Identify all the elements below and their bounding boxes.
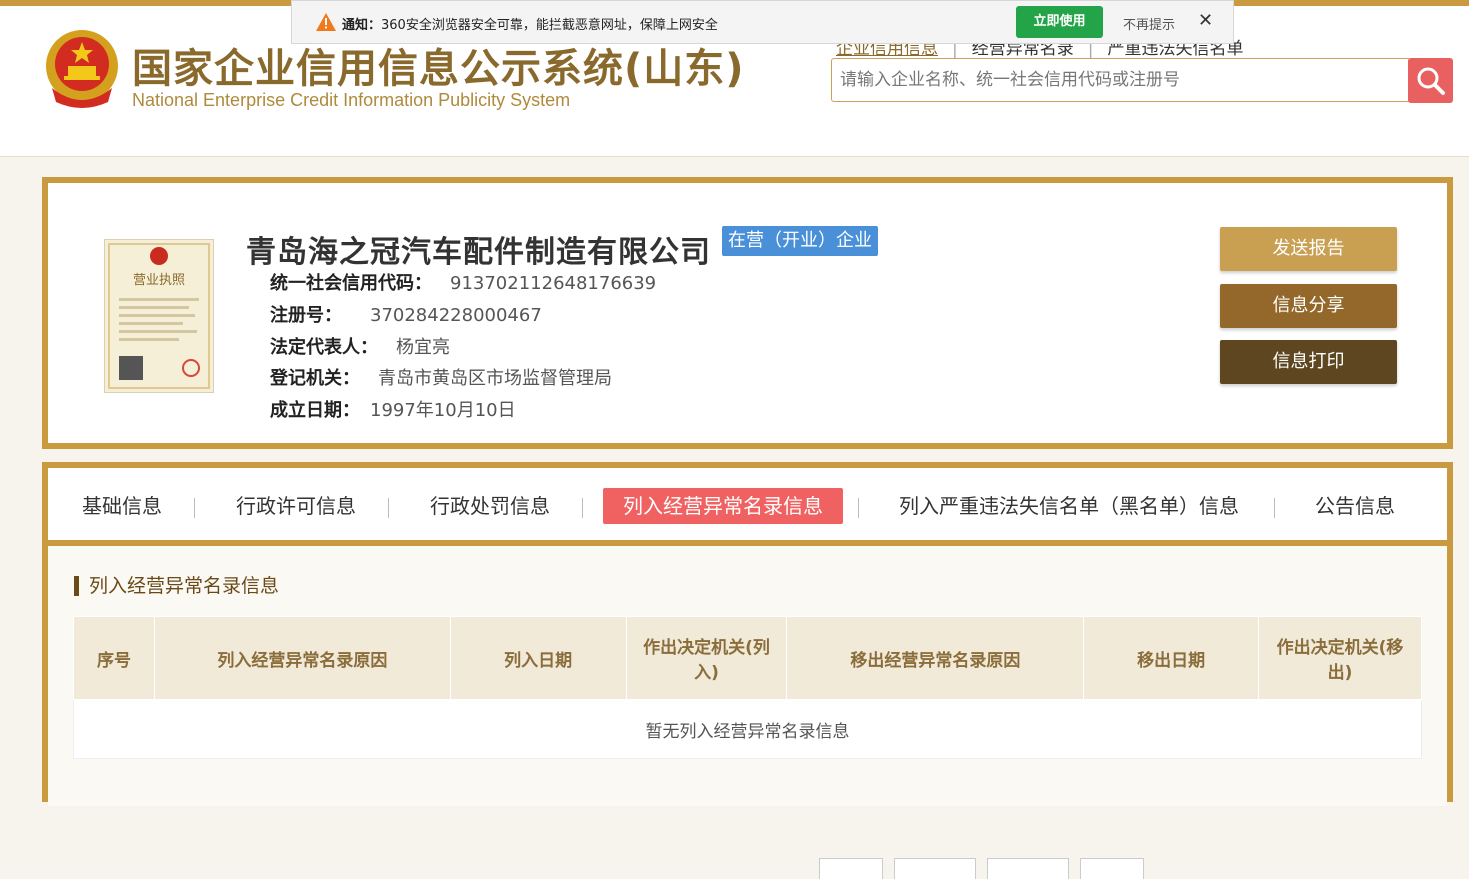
search-field [831,58,1409,102]
col-header: 列入经营异常名录原因 [153,616,451,700]
business-license-image[interactable]: 营业执照 [104,239,214,393]
tab-separator [194,498,195,518]
site-logo-subtitle: National Enterprise Credit Information P… [132,90,571,110]
notification-text: 通知：360安全浏览器安全可靠，能拦截恶意网址，保障上网安全 [342,14,718,33]
notification-message: 360安全浏览器安全可靠，能拦截恶意网址，保障上网安全 [381,18,718,33]
detail-panel: 基础信息 行政许可信息 行政处罚信息 列入经营异常名录信息 列入严重违法失信名单… [42,462,1453,879]
info-row-reg-no: 注册号： 370284228000467 [270,301,542,327]
company-name: 青岛海之冠汽车配件制造有限公司 [246,235,711,270]
info-row-legal-rep: 法定代表人： 杨宜亮 [270,333,450,359]
tab-content: 列入经营异常名录信息 序号 列入经营异常名录原因 列入日期 作出决定机关(列入)… [48,546,1447,879]
warning-icon [316,13,336,31]
tab-blacklist[interactable]: 列入严重违法失信名单（黑名单）信息 [899,488,1239,524]
table-header-row: 序号 列入经营异常名录原因 列入日期 作出决定机关(列入) 移出经营异常名录原因… [73,616,1422,700]
use-now-button[interactable]: 立即使用 [1016,6,1103,38]
pager-button[interactable] [819,858,883,879]
search-input[interactable] [832,59,1409,101]
status-badge: 在营（开业）企业 [722,226,878,256]
info-value: 杨宜亮 [396,337,450,358]
license-caption: 营业执照 [133,273,185,288]
tab-abnormal-list[interactable]: 列入经营异常名录信息 [603,488,843,524]
abnormal-list-table: 序号 列入经营异常名录原因 列入日期 作出决定机关(列入) 移出经营异常名录原因… [73,616,1422,759]
info-value: 1997年10月10日 [370,400,516,421]
send-report-button[interactable]: 发送报告 [1220,227,1397,271]
info-row-authority: 登记机关： 青岛市黄岛区市场监督管理局 [270,364,612,390]
print-info-button[interactable]: 信息打印 [1220,340,1397,384]
browser-notification-bar: 通知：360安全浏览器安全可靠，能拦截恶意网址，保障上网安全 立即使用 不再提示… [291,0,1234,44]
empty-message: 暂无列入经营异常名录信息 [73,699,1422,759]
tab-bar: 基础信息 行政许可信息 行政处罚信息 列入经营异常名录信息 列入严重违法失信名单… [48,468,1447,546]
tab-separator [1274,498,1275,518]
tab-basic-info[interactable]: 基础信息 [82,488,162,524]
tab-separator [582,498,583,518]
dont-show-again-link[interactable]: 不再提示 [1123,14,1175,33]
section-title: 列入经营异常名录信息 [74,576,279,596]
tab-admin-penalty[interactable]: 行政处罚信息 [430,488,550,524]
info-row-founded: 成立日期： 1997年10月10日 [270,396,516,422]
pager-button[interactable] [1080,858,1144,879]
info-label: 登记机关： [270,368,360,389]
search-icon [1417,67,1445,95]
tab-separator [388,498,389,518]
col-header: 移出日期 [1083,616,1260,700]
license-icon: 营业执照 [108,243,210,389]
info-row-credit-code: 统一社会信用代码： 913702112648176639 [270,269,656,295]
share-info-button[interactable]: 信息分享 [1220,284,1397,328]
table-row: 暂无列入经营异常名录信息 [73,699,1422,759]
col-header: 作出决定机关(移出) [1258,616,1422,700]
pager-button[interactable] [894,858,976,879]
col-header: 移出经营异常名录原因 [786,616,1085,700]
info-label: 统一社会信用代码： [270,273,432,294]
notification-prefix: 通知： [342,18,382,33]
info-label: 法定代表人： [270,337,378,358]
search-button[interactable] [1408,58,1453,103]
company-card: 营业执照 青岛海之冠汽车配件制造有限公司 在营（开业）企业 统一社会信用代码： 9… [42,177,1453,449]
tab-separator [858,498,859,518]
tab-admin-license[interactable]: 行政许可信息 [236,488,356,524]
info-value: 913702112648176639 [450,273,657,294]
info-label: 成立日期： [270,400,360,421]
col-header: 作出决定机关(列入) [625,616,788,700]
tab-announcements[interactable]: 公告信息 [1315,488,1395,524]
pager-button[interactable] [987,858,1069,879]
info-value: 青岛市黄岛区市场监督管理局 [378,368,612,389]
info-value: 370284228000467 [370,305,542,326]
col-header: 列入日期 [449,616,627,700]
close-icon[interactable]: ✕ [1198,10,1213,31]
national-emblem-icon [46,30,118,108]
site-logo-title: 国家企业信用信息公示系统(山东) [132,46,745,92]
info-label: 注册号： [270,305,342,326]
col-header: 序号 [73,616,155,700]
